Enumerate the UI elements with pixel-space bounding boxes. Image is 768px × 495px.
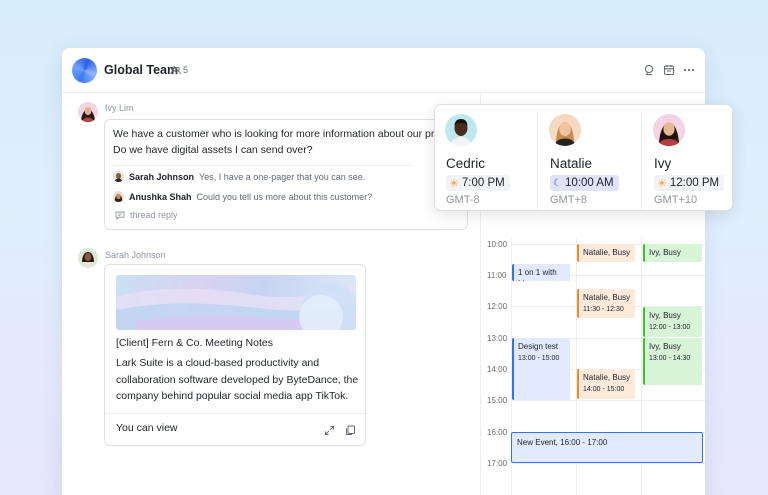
local-time: 12:00 PM [669, 177, 720, 189]
divider [113, 165, 413, 166]
gmt-offset: GMT-8 [446, 194, 480, 206]
event-time: 13:00 - 15:00 [518, 355, 560, 362]
calendar-event[interactable]: Ivy, Busy [643, 244, 702, 262]
message-line: We have a customer who is looking for mo… [113, 128, 447, 140]
reply-author: Sarah Johnson [129, 171, 195, 182]
avatar-sarah-johnson[interactable] [78, 248, 98, 268]
time-label: 17:00 [487, 459, 508, 468]
doc-title[interactable]: [Client] Fern & Co. Meeting Notes [116, 337, 273, 349]
avatar-sarah-johnson [113, 171, 124, 182]
event-time: 11:30 - 12:30 [583, 306, 624, 313]
sender-name[interactable]: Ivy Lim [105, 103, 134, 113]
hour-line [512, 400, 705, 401]
timezone-ivy[interactable]: Ivy ☀ 12:00 PM GMT+10 [643, 105, 743, 212]
doc-cover-image [116, 275, 356, 330]
doc-preview-text: Lark Suite is a cloud-based productivity… [116, 357, 359, 407]
calendar-icon[interactable] [662, 64, 675, 77]
event-time: 12:00 - 13:00 [649, 324, 691, 331]
timezone-natalie[interactable]: Natalie ☾ 10:00 AM GMT+8 [539, 105, 639, 212]
calendar-event[interactable]: Ivy, Busy 12:00 - 13:00 [643, 307, 702, 337]
member-count-value: 5 [183, 65, 189, 75]
local-time-badge: ☾ 10:00 AM [550, 175, 619, 191]
divider [641, 113, 642, 209]
local-time-badge: ☀ 12:00 PM [654, 175, 725, 191]
event-title: Natalie, Busy [583, 293, 631, 302]
gmt-offset: GMT+8 [550, 194, 587, 206]
timezone-name: Ivy [654, 156, 672, 171]
comment-icon [115, 211, 125, 220]
avatar-ivy [653, 114, 685, 146]
reply-author: Anushka Shah [129, 191, 192, 202]
thread-reply-label: thread reply [130, 210, 178, 220]
time-label: 14:00 [487, 365, 508, 374]
sun-icon: ☀ [657, 177, 667, 190]
member-count[interactable]: 5 [170, 65, 188, 75]
chat-title[interactable]: Global Team [104, 63, 178, 77]
search-icon[interactable] [642, 64, 655, 77]
event-time: 13:00 - 14:30 [649, 355, 691, 362]
local-time: 10:00 AM [564, 177, 614, 189]
time-label: 13:00 [487, 334, 508, 343]
calendar-event[interactable]: Design test 13:00 - 15:00 [512, 338, 570, 400]
event-title: 1 on 1 with Lin [518, 268, 557, 281]
timezone-popover: Cedric ☀ 7:00 PM GMT-8 Natalie ☾ 10:00 A… [434, 104, 733, 211]
event-title: Ivy, Busy [649, 342, 681, 351]
sender-name[interactable]: Sarah Johnson [105, 250, 166, 260]
doc-card[interactable]: [Client] Fern & Co. Meeting Notes Lark S… [104, 264, 367, 446]
new-event[interactable]: New Event, 16:00 - 17:00 [511, 432, 703, 463]
event-title: Ivy, Busy [649, 248, 681, 257]
avatar-anushka-shah [113, 191, 124, 202]
local-time-badge: ☀ 7:00 PM [446, 175, 510, 191]
divider [105, 413, 367, 414]
avatar-cedric [445, 114, 477, 146]
time-label: 10:00 [487, 240, 508, 249]
expand-icon[interactable] [324, 423, 335, 435]
reply-text: Could you tell us more about this custom… [196, 191, 373, 202]
permission-label[interactable]: You can view [116, 422, 178, 434]
event-time: 14:00 - 15:00 [583, 386, 625, 393]
event-title: Design test [518, 342, 559, 351]
calendar-event[interactable]: Ivy, Busy 13:00 - 14:30 [643, 338, 702, 385]
hour-line [512, 463, 705, 464]
message-card: We have a customer who is looking for mo… [104, 119, 468, 230]
chat-header: Global Team 5 [62, 48, 705, 93]
time-label: 16:00 [487, 428, 508, 437]
moon-icon: ☾ [553, 177, 562, 189]
calendar-event[interactable]: Natalie, Busy 11:30 - 12:30 [577, 289, 635, 318]
event-title: Natalie, Busy [583, 248, 631, 257]
time-label: 15:00 [487, 396, 508, 405]
reply-text: Yes, I have a one-pager that you can see… [199, 171, 366, 182]
event-title: Ivy, Busy [649, 311, 681, 320]
calendar-event[interactable]: Natalie, Busy 14:00 - 15:00 [577, 369, 635, 399]
reply-row[interactable]: Anushka Shah Could you tell us more abou… [113, 191, 372, 202]
group-avatar[interactable] [72, 58, 97, 83]
timezone-cedric[interactable]: Cedric ☀ 7:00 PM GMT-8 [435, 105, 535, 212]
event-title: New Event, 16:00 - 17:00 [517, 438, 608, 447]
avatar-natalie [549, 114, 581, 146]
calendar-event[interactable]: 1 on 1 with Lin [512, 264, 570, 281]
timezone-name: Cedric [446, 156, 486, 171]
copy-icon[interactable] [345, 423, 356, 435]
avatar-ivy-lim[interactable] [78, 102, 98, 122]
reply-row[interactable]: Sarah Johnson Yes, I have a one-pager th… [113, 171, 365, 182]
divider [537, 113, 538, 209]
time-label: 11:00 [487, 271, 507, 280]
members-icon [170, 65, 181, 74]
local-time: 7:00 PM [461, 177, 505, 189]
more-icon[interactable] [682, 64, 695, 77]
timezone-name: Natalie [550, 156, 593, 171]
event-title: Natalie, Busy [583, 373, 631, 382]
gmt-offset: GMT+10 [654, 194, 698, 206]
calendar-event[interactable]: Natalie, Busy [577, 244, 635, 262]
message-line: Do we have digital assets I can send ove… [113, 144, 313, 156]
sun-icon: ☀ [449, 177, 459, 190]
thread-reply-link[interactable]: thread reply [115, 210, 178, 220]
time-label: 12:00 [487, 302, 508, 311]
